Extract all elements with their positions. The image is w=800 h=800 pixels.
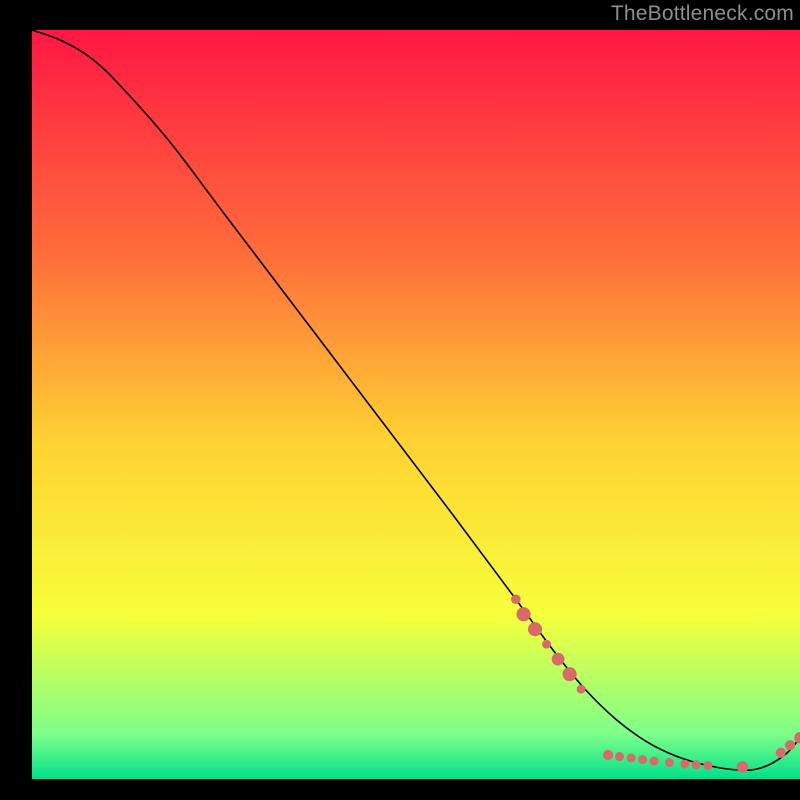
curve-marker (665, 758, 674, 767)
curve-marker (692, 760, 701, 769)
curve-marker (638, 755, 647, 764)
curve-marker (703, 761, 712, 770)
curve-marker (528, 622, 542, 636)
curve-marker (552, 653, 565, 666)
curve-marker (577, 685, 586, 694)
curve-marker (603, 750, 613, 760)
curve-marker (516, 607, 530, 621)
curve-marker (680, 760, 689, 769)
curve-marker (650, 757, 659, 766)
curve-marker (563, 667, 577, 681)
watermark-text: TheBottleneck.com (611, 2, 794, 26)
gradient-background (32, 30, 800, 779)
bottleneck-chart (0, 0, 800, 800)
curve-marker (785, 740, 795, 750)
curve-marker (627, 754, 636, 763)
curve-marker (511, 594, 521, 604)
curve-marker (542, 640, 551, 649)
curve-marker (615, 752, 624, 761)
curve-marker (737, 761, 749, 773)
curve-marker (776, 748, 786, 758)
